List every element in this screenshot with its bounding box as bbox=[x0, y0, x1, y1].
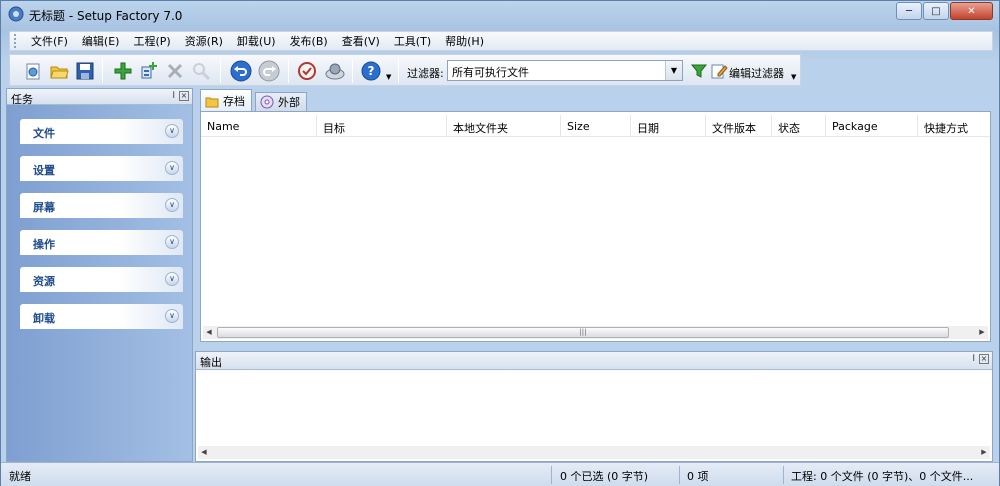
tab-strip: 存档 外部 bbox=[196, 89, 993, 111]
pin-icon[interactable]: ӏ bbox=[972, 354, 975, 364]
menu-uninstall[interactable]: 卸载(U) bbox=[230, 33, 283, 49]
filter-label: 过滤器: bbox=[407, 67, 444, 80]
task-group-label: 操作 bbox=[33, 238, 55, 251]
title-bar: 无标题 - Setup Factory 7.0 ─ □ ✕ bbox=[1, 1, 999, 28]
task-group-uninstall[interactable]: 卸载 ∨ bbox=[20, 304, 183, 329]
svg-text:?: ? bbox=[368, 64, 375, 78]
task-panel-title: 任务 bbox=[11, 93, 33, 106]
scroll-right-icon[interactable]: ▶ bbox=[976, 326, 988, 339]
external-disc-icon bbox=[260, 95, 274, 109]
task-group-label: 设置 bbox=[33, 164, 55, 177]
menu-resources[interactable]: 资源(R) bbox=[178, 33, 230, 49]
pin-icon[interactable]: ӏ bbox=[172, 91, 175, 101]
scroll-thumb[interactable]: ||| bbox=[217, 327, 949, 338]
task-group-actions[interactable]: 操作 ∨ bbox=[20, 230, 183, 255]
edit-filter-dropdown-icon[interactable]: ▼ bbox=[791, 73, 796, 81]
column-date[interactable]: 日期 bbox=[631, 115, 706, 137]
app-window: 无标题 - Setup Factory 7.0 ─ □ ✕ 文件(F) 编辑(E… bbox=[0, 0, 1000, 486]
help-icon[interactable]: ? bbox=[360, 60, 382, 82]
status-selection: 0 个已选 (0 字节) bbox=[560, 470, 649, 483]
tab-external[interactable]: 外部 bbox=[255, 92, 307, 111]
add-folder-icon[interactable] bbox=[138, 60, 160, 82]
scroll-left-icon[interactable]: ◀ bbox=[198, 446, 210, 459]
column-file-version[interactable]: 文件版本 bbox=[706, 115, 772, 137]
task-group-label: 文件 bbox=[33, 127, 55, 140]
chevron-down-icon[interactable]: ∨ bbox=[165, 309, 179, 323]
chevron-down-icon[interactable]: ∨ bbox=[165, 124, 179, 138]
task-group-label: 资源 bbox=[33, 275, 55, 288]
edit-filter-button[interactable]: 编辑过滤器 bbox=[729, 65, 784, 81]
status-project: 工程: 0 个文件 (0 字节)、0 个文件... bbox=[791, 470, 974, 483]
chevron-down-icon[interactable]: ∨ bbox=[165, 272, 179, 286]
close-button[interactable]: ✕ bbox=[950, 2, 993, 20]
menu-view[interactable]: 查看(V) bbox=[335, 33, 387, 49]
redo-icon[interactable] bbox=[258, 60, 280, 82]
task-panel-header: 任务 ӏ × bbox=[7, 89, 192, 106]
preview-icon[interactable] bbox=[296, 60, 318, 82]
task-group-label: 屏幕 bbox=[33, 201, 55, 214]
menu-tools[interactable]: 工具(T) bbox=[387, 33, 438, 49]
task-panel: 任务 ӏ × 文件 ∨ 设置 ∨ 屏幕 ∨ 操作 ∨ 资源 ∨ 卸载 ∨ bbox=[6, 88, 193, 462]
task-group-label: 卸载 bbox=[33, 312, 55, 325]
delete-icon[interactable] bbox=[164, 60, 186, 82]
archive-icon bbox=[205, 97, 219, 107]
scroll-right-icon[interactable]: ▶ bbox=[978, 446, 990, 459]
filter-select[interactable]: 所有可执行文件 ▼ bbox=[447, 60, 683, 81]
new-project-icon[interactable] bbox=[22, 60, 44, 82]
horizontal-scrollbar[interactable]: ◀ ||| ▶ bbox=[203, 326, 988, 339]
output-panel-header: 输出 ӏ × bbox=[196, 352, 992, 370]
output-horizontal-scrollbar[interactable]: ◀ ▶ bbox=[198, 446, 990, 459]
chevron-down-icon[interactable]: ▼ bbox=[665, 61, 682, 80]
tab-archive[interactable]: 存档 bbox=[200, 89, 252, 111]
menu-bar: 文件(F) 编辑(E) 工程(P) 资源(R) 卸载(U) 发布(B) 查看(V… bbox=[9, 31, 993, 51]
status-item-count: 0 项 bbox=[687, 470, 709, 483]
status-bar: 就绪 0 个已选 (0 字节) 0 项 工程: 0 个文件 (0 字节)、0 个… bbox=[1, 462, 999, 486]
filter-value: 所有可执行文件 bbox=[452, 66, 529, 79]
column-local-folder[interactable]: 本地文件夹 bbox=[447, 115, 561, 137]
chevron-down-icon[interactable]: ∨ bbox=[165, 161, 179, 175]
app-icon bbox=[8, 6, 24, 22]
menu-grip[interactable] bbox=[14, 34, 20, 48]
close-icon[interactable]: × bbox=[979, 354, 989, 364]
menu-project[interactable]: 工程(P) bbox=[126, 33, 177, 49]
menu-publish[interactable]: 发布(B) bbox=[283, 33, 335, 49]
output-panel-title: 输出 bbox=[200, 356, 222, 369]
task-group-settings[interactable]: 设置 ∨ bbox=[20, 156, 183, 181]
task-group-screens[interactable]: 屏幕 ∨ bbox=[20, 193, 183, 218]
column-size[interactable]: Size bbox=[561, 115, 631, 137]
tab-label: 存档 bbox=[223, 94, 245, 108]
window-title: 无标题 - Setup Factory 7.0 bbox=[29, 9, 183, 23]
column-target[interactable]: 目标 bbox=[317, 115, 447, 137]
filter-funnel-icon[interactable] bbox=[688, 60, 710, 82]
tab-label: 外部 bbox=[278, 96, 300, 109]
scroll-left-icon[interactable]: ◀ bbox=[203, 326, 215, 339]
edit-filter-icon[interactable] bbox=[708, 60, 730, 82]
column-package[interactable]: Package bbox=[826, 115, 918, 137]
column-status[interactable]: 状态 bbox=[772, 115, 826, 137]
help-dropdown-icon[interactable]: ▼ bbox=[386, 73, 391, 81]
menu-help[interactable]: 帮助(H) bbox=[438, 33, 491, 49]
chevron-down-icon[interactable]: ∨ bbox=[165, 198, 179, 212]
chevron-down-icon[interactable]: ∨ bbox=[165, 235, 179, 249]
status-ready: 就绪 bbox=[9, 470, 31, 483]
toolbar: ? ▼ 过滤器: 所有可执行文件 ▼ 编辑过滤器 ▼ bbox=[9, 54, 801, 86]
build-icon[interactable] bbox=[324, 60, 346, 82]
open-icon[interactable] bbox=[48, 60, 70, 82]
file-list[interactable]: Name 目标 本地文件夹 Size 日期 文件版本 状态 Package 快捷… bbox=[200, 111, 991, 342]
close-icon[interactable]: × bbox=[179, 91, 189, 101]
task-group-files[interactable]: 文件 ∨ bbox=[20, 119, 183, 144]
minimize-button[interactable]: ─ bbox=[896, 2, 922, 20]
find-icon[interactable] bbox=[190, 60, 212, 82]
menu-file[interactable]: 文件(F) bbox=[24, 33, 75, 49]
add-file-icon[interactable] bbox=[112, 60, 134, 82]
maximize-button[interactable]: □ bbox=[923, 2, 949, 20]
column-shortcut[interactable]: 快捷方式 bbox=[918, 115, 990, 137]
undo-icon[interactable] bbox=[230, 60, 252, 82]
column-name[interactable]: Name bbox=[201, 115, 317, 137]
output-panel: 输出 ӏ × ◀ ▶ bbox=[195, 351, 993, 462]
menu-edit[interactable]: 编辑(E) bbox=[75, 33, 127, 49]
column-header-row: Name 目标 本地文件夹 Size 日期 文件版本 状态 Package 快捷… bbox=[201, 115, 990, 137]
task-group-resources[interactable]: 资源 ∨ bbox=[20, 267, 183, 292]
save-icon[interactable] bbox=[74, 60, 96, 82]
